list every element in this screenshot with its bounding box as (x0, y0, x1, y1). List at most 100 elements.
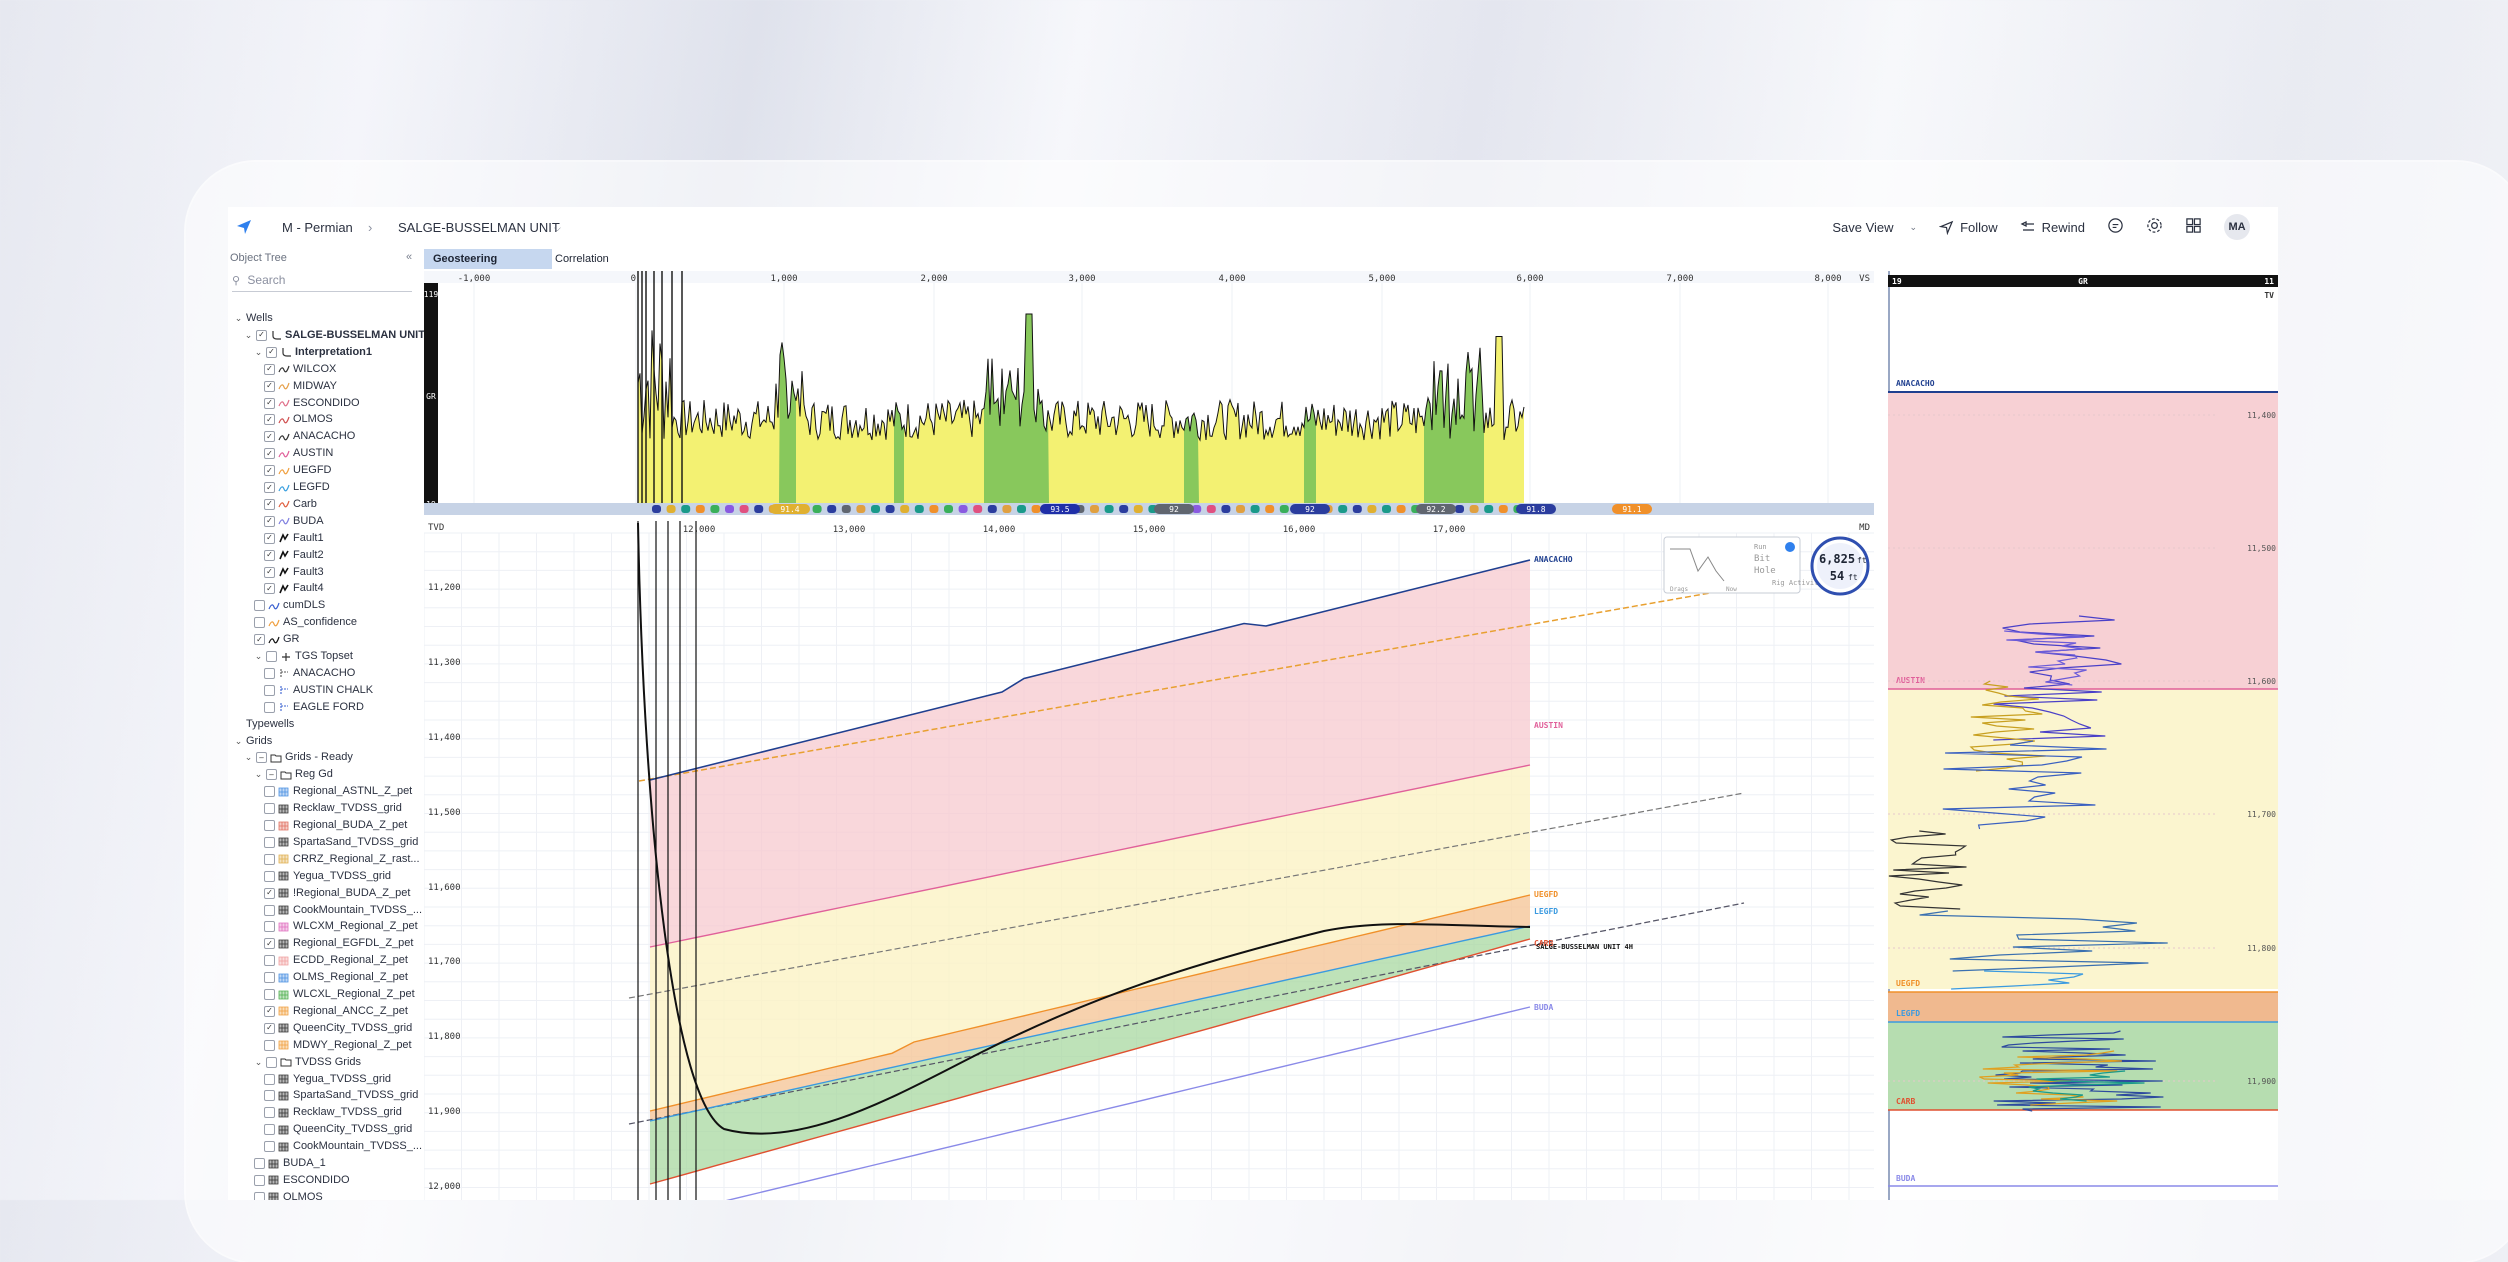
checkbox[interactable] (264, 414, 275, 426)
tree-item[interactable]: WILCOX (264, 361, 336, 378)
tree-item[interactable]: Regional_EGFDL_Z_pet (264, 935, 413, 952)
tree-item[interactable]: QueenCity_TVDSS_grid (264, 1020, 412, 1037)
tree-item[interactable]: QueenCity_TVDSS_grid (264, 1121, 412, 1138)
checkbox[interactable] (254, 600, 265, 612)
checkbox[interactable] (264, 701, 275, 713)
tree-item[interactable]: Fault1 (264, 530, 324, 547)
tree-item[interactable]: BUDA_1 (254, 1155, 326, 1172)
tree-item[interactable]: ⌄ SALGE-BUSSELMAN UNIT... (244, 327, 433, 344)
chevron-down-icon[interactable]: ⌄ (234, 310, 243, 327)
checkbox[interactable] (264, 482, 275, 493)
breadcrumb-well[interactable]: SALGE-BUSSELMAN UNIT (398, 220, 560, 235)
app-logo-icon[interactable] (234, 217, 254, 240)
tree-item[interactable]: BUDA (264, 513, 324, 530)
tree-item[interactable]: LEGFD (264, 479, 330, 496)
geosteering-chart[interactable]: 11919GR-1,00001,0002,0003,0004,0005,0006… (424, 271, 1874, 1200)
checkbox[interactable] (264, 904, 275, 916)
checkbox[interactable] (264, 465, 275, 477)
tree-item[interactable]: AUSTIN (264, 445, 333, 462)
checkbox[interactable] (264, 397, 275, 409)
tree-item[interactable]: AS_confidence (254, 614, 357, 631)
checkbox[interactable]: – (256, 752, 267, 764)
tree-item[interactable]: Regional_BUDA_Z_pet (264, 817, 407, 834)
follow-button[interactable]: Follow (1939, 220, 1998, 235)
chevron-down-icon[interactable]: ⌄ (244, 327, 253, 344)
checkbox[interactable] (264, 532, 275, 544)
breadcrumb-project[interactable]: M - Permian (282, 220, 353, 235)
chevron-down-icon[interactable]: ⌄ (254, 344, 263, 361)
tree-item[interactable]: ⌄ TGS Topset (254, 648, 353, 665)
chevron-down-icon[interactable]: ⌄ (244, 749, 253, 766)
checkbox[interactable] (264, 549, 275, 561)
checkbox[interactable] (264, 363, 275, 375)
tree-item[interactable]: ⌄ – Reg Gd (254, 766, 333, 783)
tree-item[interactable]: Regional_ANCC_Z_pet (264, 1003, 408, 1020)
tree-item[interactable]: UEGFD (264, 462, 332, 479)
tree-item[interactable]: WLCXL_Regional_Z_pet (264, 986, 415, 1003)
tree-item[interactable]: CRRZ_Regional_Z_rast... (264, 851, 420, 868)
checkbox[interactable] (264, 820, 275, 831)
tree-item[interactable]: CookMountain_TVDSS_... (264, 1138, 422, 1155)
checkbox[interactable] (264, 1107, 275, 1119)
tree-item[interactable]: Fault3 (264, 564, 324, 581)
tree-item[interactable]: Regional_ASTNL_Z_pet (264, 783, 412, 800)
chat-icon[interactable] (2107, 217, 2124, 237)
tree-item[interactable]: ECDD_Regional_Z_pet (264, 952, 408, 969)
tree-item[interactable]: Fault4 (264, 580, 324, 597)
checkbox[interactable] (264, 1039, 275, 1051)
tree-item[interactable]: SpartaSand_TVDSS_grid (264, 834, 418, 851)
tree-item[interactable]: Recklaw_TVDSS_grid (264, 800, 402, 817)
tab-correlation-panel[interactable]: Correlation Panel (546, 249, 618, 285)
tree-item[interactable]: ESCONDIDO (264, 395, 360, 412)
user-avatar[interactable]: MA (2224, 214, 2250, 240)
tree-item[interactable]: OLMOS (254, 1189, 323, 1200)
checkbox[interactable] (264, 667, 275, 679)
checkbox[interactable] (264, 515, 275, 527)
checkbox[interactable] (254, 1191, 265, 1200)
checkbox[interactable] (264, 836, 275, 848)
chevron-down-icon[interactable]: ⌄ (254, 766, 263, 783)
tree-item[interactable]: MDWY_Regional_Z_pet (264, 1037, 412, 1054)
checkbox[interactable] (254, 1158, 265, 1169)
tree-item[interactable]: Carb (264, 496, 317, 513)
tree-item[interactable]: Yegua_TVDSS_grid (264, 1071, 391, 1088)
search-input[interactable]: ⚲ Search (232, 273, 412, 292)
checkbox[interactable] (264, 1022, 275, 1034)
tree-item[interactable]: Recklaw_TVDSS_grid (264, 1104, 402, 1121)
checkbox[interactable] (264, 566, 275, 578)
checkbox[interactable] (264, 1141, 275, 1153)
tab-geosteering[interactable]: Geosteering (424, 249, 552, 269)
checkbox[interactable] (264, 1005, 275, 1017)
chevron-down-icon[interactable]: ⌄ (254, 648, 263, 665)
tree-item[interactable]: CookMountain_TVDSS_... (264, 902, 422, 919)
typewell-gr-track[interactable]: 19 GR 11 TV ANACACHO AUSTIN UEGFD LEGFD CARB BUDA… (1888, 271, 2278, 1200)
checkbox[interactable] (264, 938, 275, 950)
checkbox[interactable] (264, 870, 275, 882)
checkbox[interactable] (266, 1056, 277, 1068)
checkbox[interactable] (264, 1090, 275, 1102)
tree-item[interactable]: Yegua_TVDSS_grid (264, 868, 391, 885)
tree-item[interactable]: ⌄ Wells (234, 310, 273, 327)
checkbox[interactable] (254, 1174, 265, 1186)
checkbox[interactable] (264, 1073, 275, 1085)
checkbox[interactable] (264, 989, 275, 1000)
tree-item[interactable]: !Regional_BUDA_Z_pet (264, 885, 410, 902)
tree-item[interactable]: ANACACHO (264, 428, 355, 445)
tree-item[interactable]: OLMOS (264, 411, 333, 428)
checkbox[interactable] (264, 972, 275, 984)
checkbox[interactable]: – (266, 769, 277, 781)
checkbox[interactable] (264, 431, 275, 443)
checkbox[interactable] (264, 380, 275, 392)
checkbox[interactable] (264, 786, 275, 798)
checkbox[interactable] (256, 329, 267, 341)
tree-item[interactable]: cumDLS (254, 597, 325, 614)
checkbox[interactable] (264, 583, 275, 595)
tree-item[interactable]: WLCXM_Regional_Z_pet (264, 918, 418, 935)
save-view-button[interactable]: Save View ⌄ (1832, 220, 1917, 235)
tree-item[interactable]: ⌄ Grids (234, 733, 273, 750)
tree-item[interactable]: ⌄ – Grids - Ready (244, 749, 353, 766)
checkbox[interactable] (264, 498, 275, 510)
tree-item[interactable]: Fault2 (264, 547, 324, 564)
tree-item[interactable]: ⌄ TVDSS Grids (254, 1054, 361, 1071)
chevron-down-icon[interactable]: ⌵ (554, 223, 561, 234)
